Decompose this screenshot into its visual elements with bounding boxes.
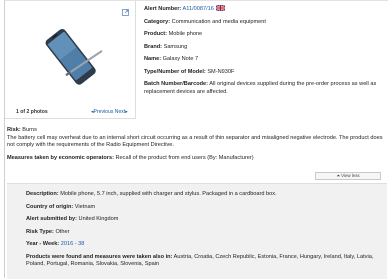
risk-row: Risk: Burns: [7, 127, 387, 135]
also-found-row: Products were found and measures were ta…: [26, 254, 381, 269]
expand-icon[interactable]: [122, 9, 129, 16]
risk-section: Risk: Burns The battery cell may overhea…: [7, 127, 387, 167]
risk-label: Risk:: [7, 127, 21, 133]
product-row: Product: Mobile phone: [144, 31, 388, 39]
batch-label: Batch Number/Barcode:: [144, 81, 209, 88]
brand-row: Brand: Samsung: [144, 44, 388, 52]
year-week-row: Year - Week: 2016 - 38: [26, 241, 381, 249]
submitted-row: Alert submitted by: United Kingdom: [26, 216, 381, 224]
previous-photo-link[interactable]: ◂Previous: [91, 109, 113, 115]
submitted-value: United Kingdom: [78, 216, 119, 223]
category-row: Category: Communication and media equipm…: [144, 19, 388, 27]
photo-count: 1 of 2 photos: [16, 109, 48, 115]
origin-row: Country of origin: Vietnam: [26, 204, 381, 212]
uk-flag-icon: [216, 4, 226, 12]
origin-value: Vietnam: [74, 203, 96, 210]
view-less-label: View less: [341, 173, 360, 178]
name-value: Galaxy Note 7: [162, 56, 199, 63]
risk-type-value: Other: [55, 228, 70, 235]
name-label: Name:: [144, 56, 162, 63]
photo-gallery: 1 of 2 photos ◂Previous Next▸: [5, 1, 136, 119]
alert-details: Alert Number: A11/0087/16 Category: Comm…: [144, 4, 388, 101]
also-found-label: Products were found and measures were ta…: [26, 253, 173, 260]
additional-details-panel: Description: Mobile phone, 5.7 inch, sup…: [7, 183, 387, 279]
category-label: Category:: [144, 18, 171, 25]
batch-row: Batch Number/Barcode: All original devic…: [144, 81, 388, 96]
model-row: Type/Number of Model: SM-N930F: [144, 69, 388, 77]
measures-value: Recall of the product from end users (By…: [115, 154, 254, 161]
description-label: Description:: [26, 191, 59, 197]
origin-label: Country of origin:: [26, 203, 74, 210]
measures-row: Measures taken by economic operators: Re…: [7, 155, 387, 163]
risk-type-row: Risk Type: Other: [26, 229, 381, 237]
view-less-button[interactable]: ⏶ View less: [315, 172, 381, 180]
risk-value: Burns: [22, 127, 37, 133]
name-row: Name: Galaxy Note 7: [144, 56, 388, 64]
measures-label: Measures taken by economic operators:: [7, 154, 114, 161]
alert-number-label: Alert Number:: [144, 6, 182, 12]
model-label: Type/Number of Model:: [144, 68, 206, 75]
year-week-link[interactable]: 2016 - 38: [61, 241, 85, 247]
description-row: Description: Mobile phone, 5.7 inch, sup…: [26, 191, 381, 199]
alert-number-row: Alert Number: A11/0087/16: [144, 4, 388, 14]
description-value: Mobile phone, 5.7 inch, supplied with ch…: [60, 191, 277, 197]
next-photo-link[interactable]: Next▸: [115, 109, 128, 115]
year-week-label: Year - Week:: [26, 241, 60, 248]
model-value: SM-N930F: [207, 68, 235, 75]
submitted-label: Alert submitted by:: [26, 216, 77, 223]
product-value: Mobile phone: [168, 31, 203, 38]
brand-value: Samsung: [163, 43, 188, 50]
alert-card: 1 of 2 photos ◂Previous Next▸ Alert Numb…: [4, 0, 388, 279]
category-value: Communication and media equipment: [171, 18, 266, 25]
risk-type-label: Risk Type:: [26, 228, 54, 235]
risk-description: The battery cell may overheat due to an …: [7, 134, 383, 149]
photo-navigation: ◂Previous Next▸: [91, 109, 128, 116]
brand-label: Brand:: [144, 43, 163, 50]
phone-photo[interactable]: [40, 21, 106, 89]
product-label: Product:: [144, 31, 167, 38]
alert-number-link[interactable]: A11/0087/16: [183, 6, 214, 12]
